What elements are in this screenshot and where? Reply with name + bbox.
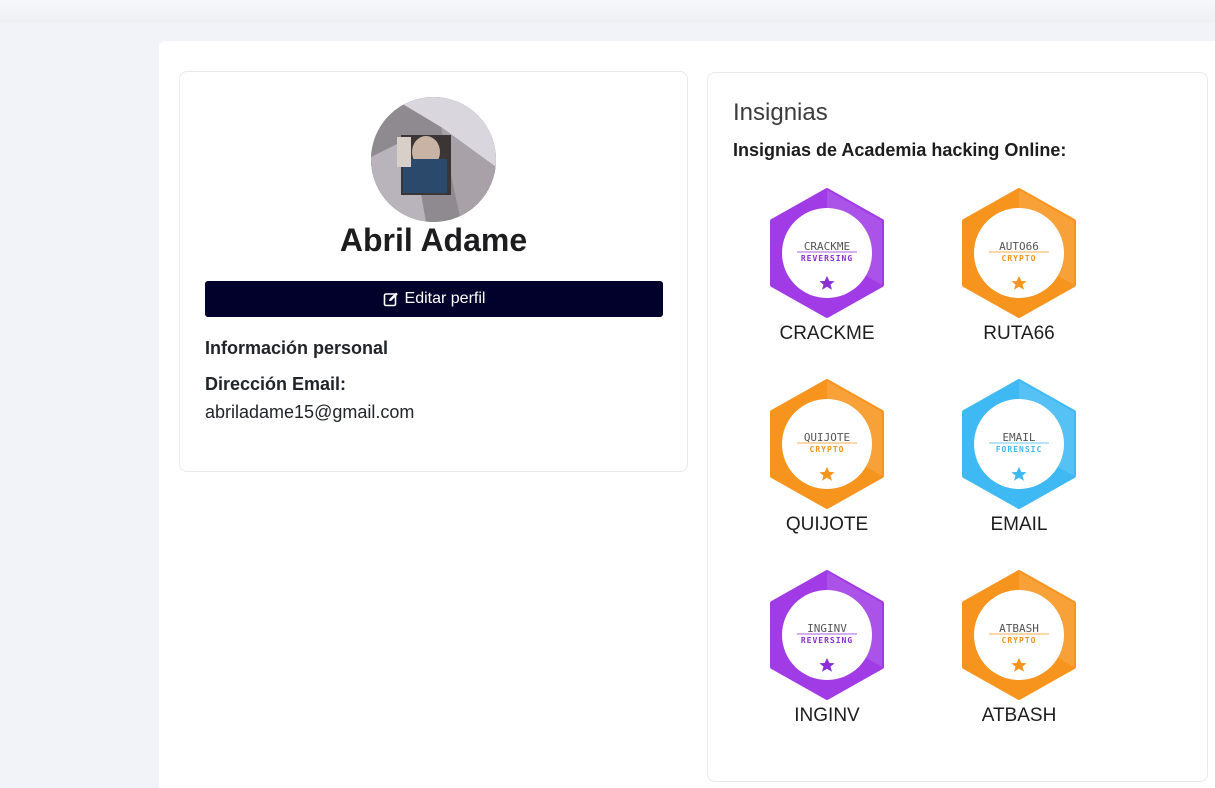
edit-profile-button[interactable]: Editar perfil [205,281,663,317]
badge-hexagon-icon: AUTO66CRYPTO [962,188,1076,318]
badge-ruta66[interactable]: AUTO66 CRYPTO RUTA66 [949,188,1089,358]
profile-name: Abril Adame [339,222,528,258]
badge-category: FORENSIC [996,445,1043,454]
badge-inner-title: ATBASH [999,622,1039,635]
badges-card: Insignias Insignias de Academia hacking … [707,72,1208,782]
badges-title: Insignias [733,99,828,126]
badge-inginv[interactable]: INGINV REVERSING INGINV [757,570,897,740]
badge-label: EMAIL [990,514,1048,535]
badge-label: CRACKME [779,323,875,344]
badge-atbash[interactable]: ATBASH CRYPTO ATBASH [949,570,1089,740]
profile-card: Abril Adame Editar perfil Información pe… [179,71,688,472]
badge-hexagon-icon: CRACKMEREVERSING [770,188,884,318]
badge-label: INGINV [794,705,860,726]
personal-info-title: Información personal [205,338,389,358]
badge-inner-title: EMAIL [1002,431,1035,444]
badge-hexagon-icon: EMAILFORENSIC [962,379,1076,509]
edit-icon [383,292,398,307]
badge-category: CRYPTO [1002,254,1037,263]
top-bar [0,0,1215,22]
badge-category: CRYPTO [810,445,845,454]
badge-quijote[interactable]: QUIJOTE CRYPTO QUIJOTE [757,379,897,549]
badge-hexagon-icon: INGINVREVERSING [770,570,884,700]
email-value: abriladame15@gmail.com [205,402,415,422]
badges-subtitle: Insignias de Academia hacking Online: [733,140,1067,160]
badge-label: QUIJOTE [785,514,869,535]
badge-category: REVERSING [801,254,853,263]
edit-profile-label: Editar perfil [404,290,486,307]
badge-label: ATBASH [981,705,1057,726]
badge-email[interactable]: EMAIL FORENSIC EMAIL [949,379,1089,549]
badge-inner-title: CRACKME [804,240,850,253]
email-label: Dirección Email: [205,374,347,394]
badge-label: RUTA66 [983,323,1055,344]
badge-inner-title: AUTO66 [999,240,1039,253]
badge-inner-title: QUIJOTE [804,431,850,444]
avatar [371,97,496,222]
badge-hexagon-icon: QUIJOTECRYPTO [770,379,884,509]
badge-crackme[interactable]: CRACKME REVERSING CRACKME [757,188,897,358]
badge-category: CRYPTO [1002,636,1037,645]
badge-inner-title: INGINV [807,622,847,635]
badge-hexagon-icon: ATBASHCRYPTO [962,570,1076,700]
avatar-image [371,97,496,222]
badge-category: REVERSING [801,636,853,645]
